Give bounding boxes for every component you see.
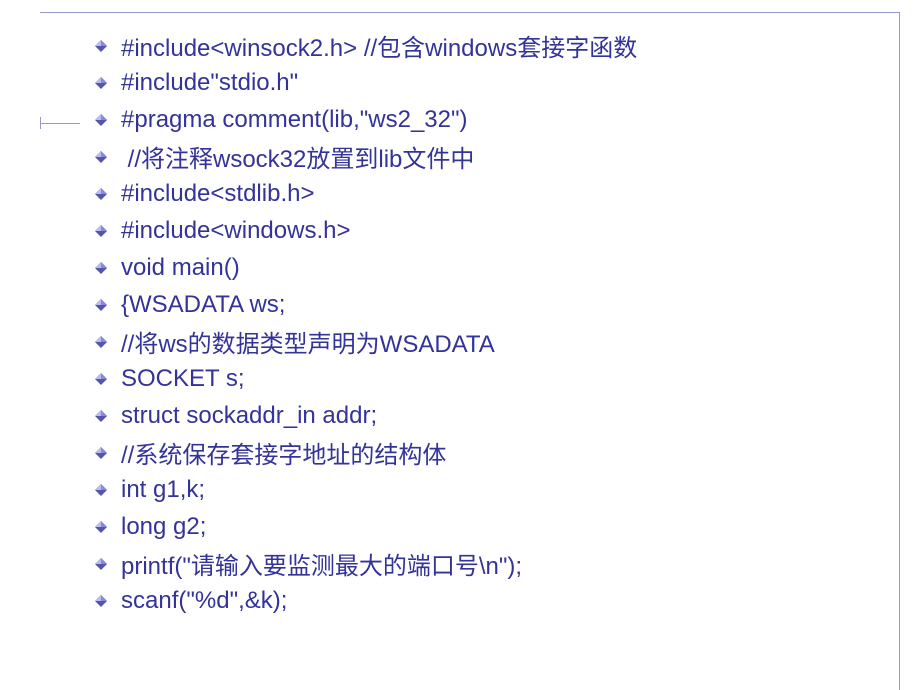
code-text: //系统保存套接字地址的结构体 [121, 435, 446, 470]
code-text: #include<winsock2.h> //包含windows套接字函数 [121, 28, 637, 63]
diamond-bullet-icon [95, 373, 107, 385]
code-text: SOCKET s; [121, 365, 245, 393]
diamond-bullet-icon [95, 558, 107, 570]
diamond-bullet-icon [95, 151, 107, 163]
code-text: //将注释wsock32放置到lib文件中 [121, 139, 474, 174]
code-line: {WSADATA ws; [95, 286, 890, 323]
code-text: #include<windows.h> [121, 217, 351, 245]
diamond-bullet-icon [95, 299, 107, 311]
code-line: #pragma comment(lib,"ws2_32") [95, 101, 890, 138]
diamond-bullet-icon [95, 410, 107, 422]
diamond-bullet-icon [95, 77, 107, 89]
code-content: #include<winsock2.h> //包含windows套接字函数 #i… [95, 27, 890, 619]
code-text: long g2; [121, 513, 206, 541]
code-text: scanf("%d",&k); [121, 587, 287, 615]
code-text: #include<stdlib.h> [121, 180, 314, 208]
diamond-bullet-icon [95, 225, 107, 237]
code-line: struct sockaddr_in addr; [95, 397, 890, 434]
code-text: struct sockaddr_in addr; [121, 402, 377, 430]
diamond-bullet-icon [95, 595, 107, 607]
placeholder-marker-h2 [50, 123, 80, 124]
diamond-bullet-icon [95, 336, 107, 348]
code-text: {WSADATA ws; [121, 291, 285, 319]
diamond-bullet-icon [95, 521, 107, 533]
code-line: #include"stdio.h" [95, 64, 890, 101]
code-text: //将ws的数据类型声明为WSADATA [121, 324, 495, 359]
code-line: void main() [95, 249, 890, 286]
slide-right-border [899, 12, 900, 690]
code-text: #pragma comment(lib,"ws2_32") [121, 106, 468, 134]
code-text: int g1,k; [121, 476, 205, 504]
code-line: #include<stdlib.h> [95, 175, 890, 212]
diamond-bullet-icon [95, 484, 107, 496]
code-line: //将注释wsock32放置到lib文件中 [95, 138, 890, 175]
slide-top-border [40, 12, 900, 13]
code-line: printf("请输入要监测最大的端口号\n"); [95, 545, 890, 582]
diamond-bullet-icon [95, 188, 107, 200]
diamond-bullet-icon [95, 114, 107, 126]
code-text: #include"stdio.h" [121, 69, 298, 97]
code-text: void main() [121, 254, 240, 282]
code-text: printf("请输入要监测最大的端口号\n"); [121, 546, 522, 581]
code-line: #include<winsock2.h> //包含windows套接字函数 [95, 27, 890, 64]
code-line: scanf("%d",&k); [95, 582, 890, 619]
code-line: long g2; [95, 508, 890, 545]
code-line: //将ws的数据类型声明为WSADATA [95, 323, 890, 360]
diamond-bullet-icon [95, 262, 107, 274]
code-line: SOCKET s; [95, 360, 890, 397]
code-line: int g1,k; [95, 471, 890, 508]
diamond-bullet-icon [95, 447, 107, 459]
code-line: //系统保存套接字地址的结构体 [95, 434, 890, 471]
code-line: #include<windows.h> [95, 212, 890, 249]
diamond-bullet-icon [95, 40, 107, 52]
